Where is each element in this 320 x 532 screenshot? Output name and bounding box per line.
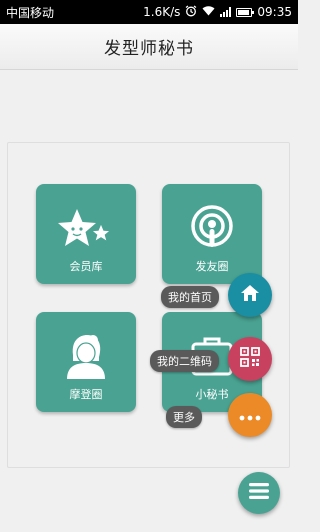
more-button[interactable] xyxy=(228,393,272,437)
menu-icon xyxy=(249,483,269,503)
my-homepage-label[interactable]: 我的首页 xyxy=(161,286,219,308)
main-menu-button[interactable] xyxy=(238,472,280,514)
qr-code-icon xyxy=(240,347,260,371)
woman-icon xyxy=(61,330,111,382)
alarm-icon xyxy=(185,5,197,20)
status-bar: 中国移动 1.6K/s 09:35 xyxy=(0,0,298,24)
wifi-icon xyxy=(202,5,215,19)
tile-label-circle: 发友圈 xyxy=(195,260,229,273)
network-speed: 1.6K/s xyxy=(143,5,181,19)
my-qr-code-button[interactable] xyxy=(228,337,272,381)
carrier-name: 中国移动 xyxy=(6,5,55,20)
modern-circle-tile[interactable]: 摩登圈 xyxy=(36,312,136,412)
clock-time: 09:35 xyxy=(257,5,292,19)
my-qr-code-label[interactable]: 我的二维码 xyxy=(150,350,219,372)
home-icon xyxy=(239,283,261,307)
title-bar: 发型师秘书 xyxy=(0,24,298,70)
podcast-icon xyxy=(188,202,236,254)
more-dots-icon xyxy=(239,406,261,425)
tile-label-member: 会员库 xyxy=(69,260,103,273)
signal-icon xyxy=(220,7,232,17)
more-label[interactable]: 更多 xyxy=(166,406,202,428)
hair-friends-tile[interactable]: 发友圈 xyxy=(162,184,262,284)
member-library-tile[interactable]: 会员库 xyxy=(36,184,136,284)
my-homepage-button[interactable] xyxy=(228,273,272,317)
stars-icon xyxy=(55,202,117,254)
battery-icon xyxy=(236,7,255,17)
page-title: 发型师秘书 xyxy=(104,39,194,59)
tile-label-secretary: 小秘书 xyxy=(195,388,229,401)
tile-label-modern: 摩登圈 xyxy=(69,388,103,401)
